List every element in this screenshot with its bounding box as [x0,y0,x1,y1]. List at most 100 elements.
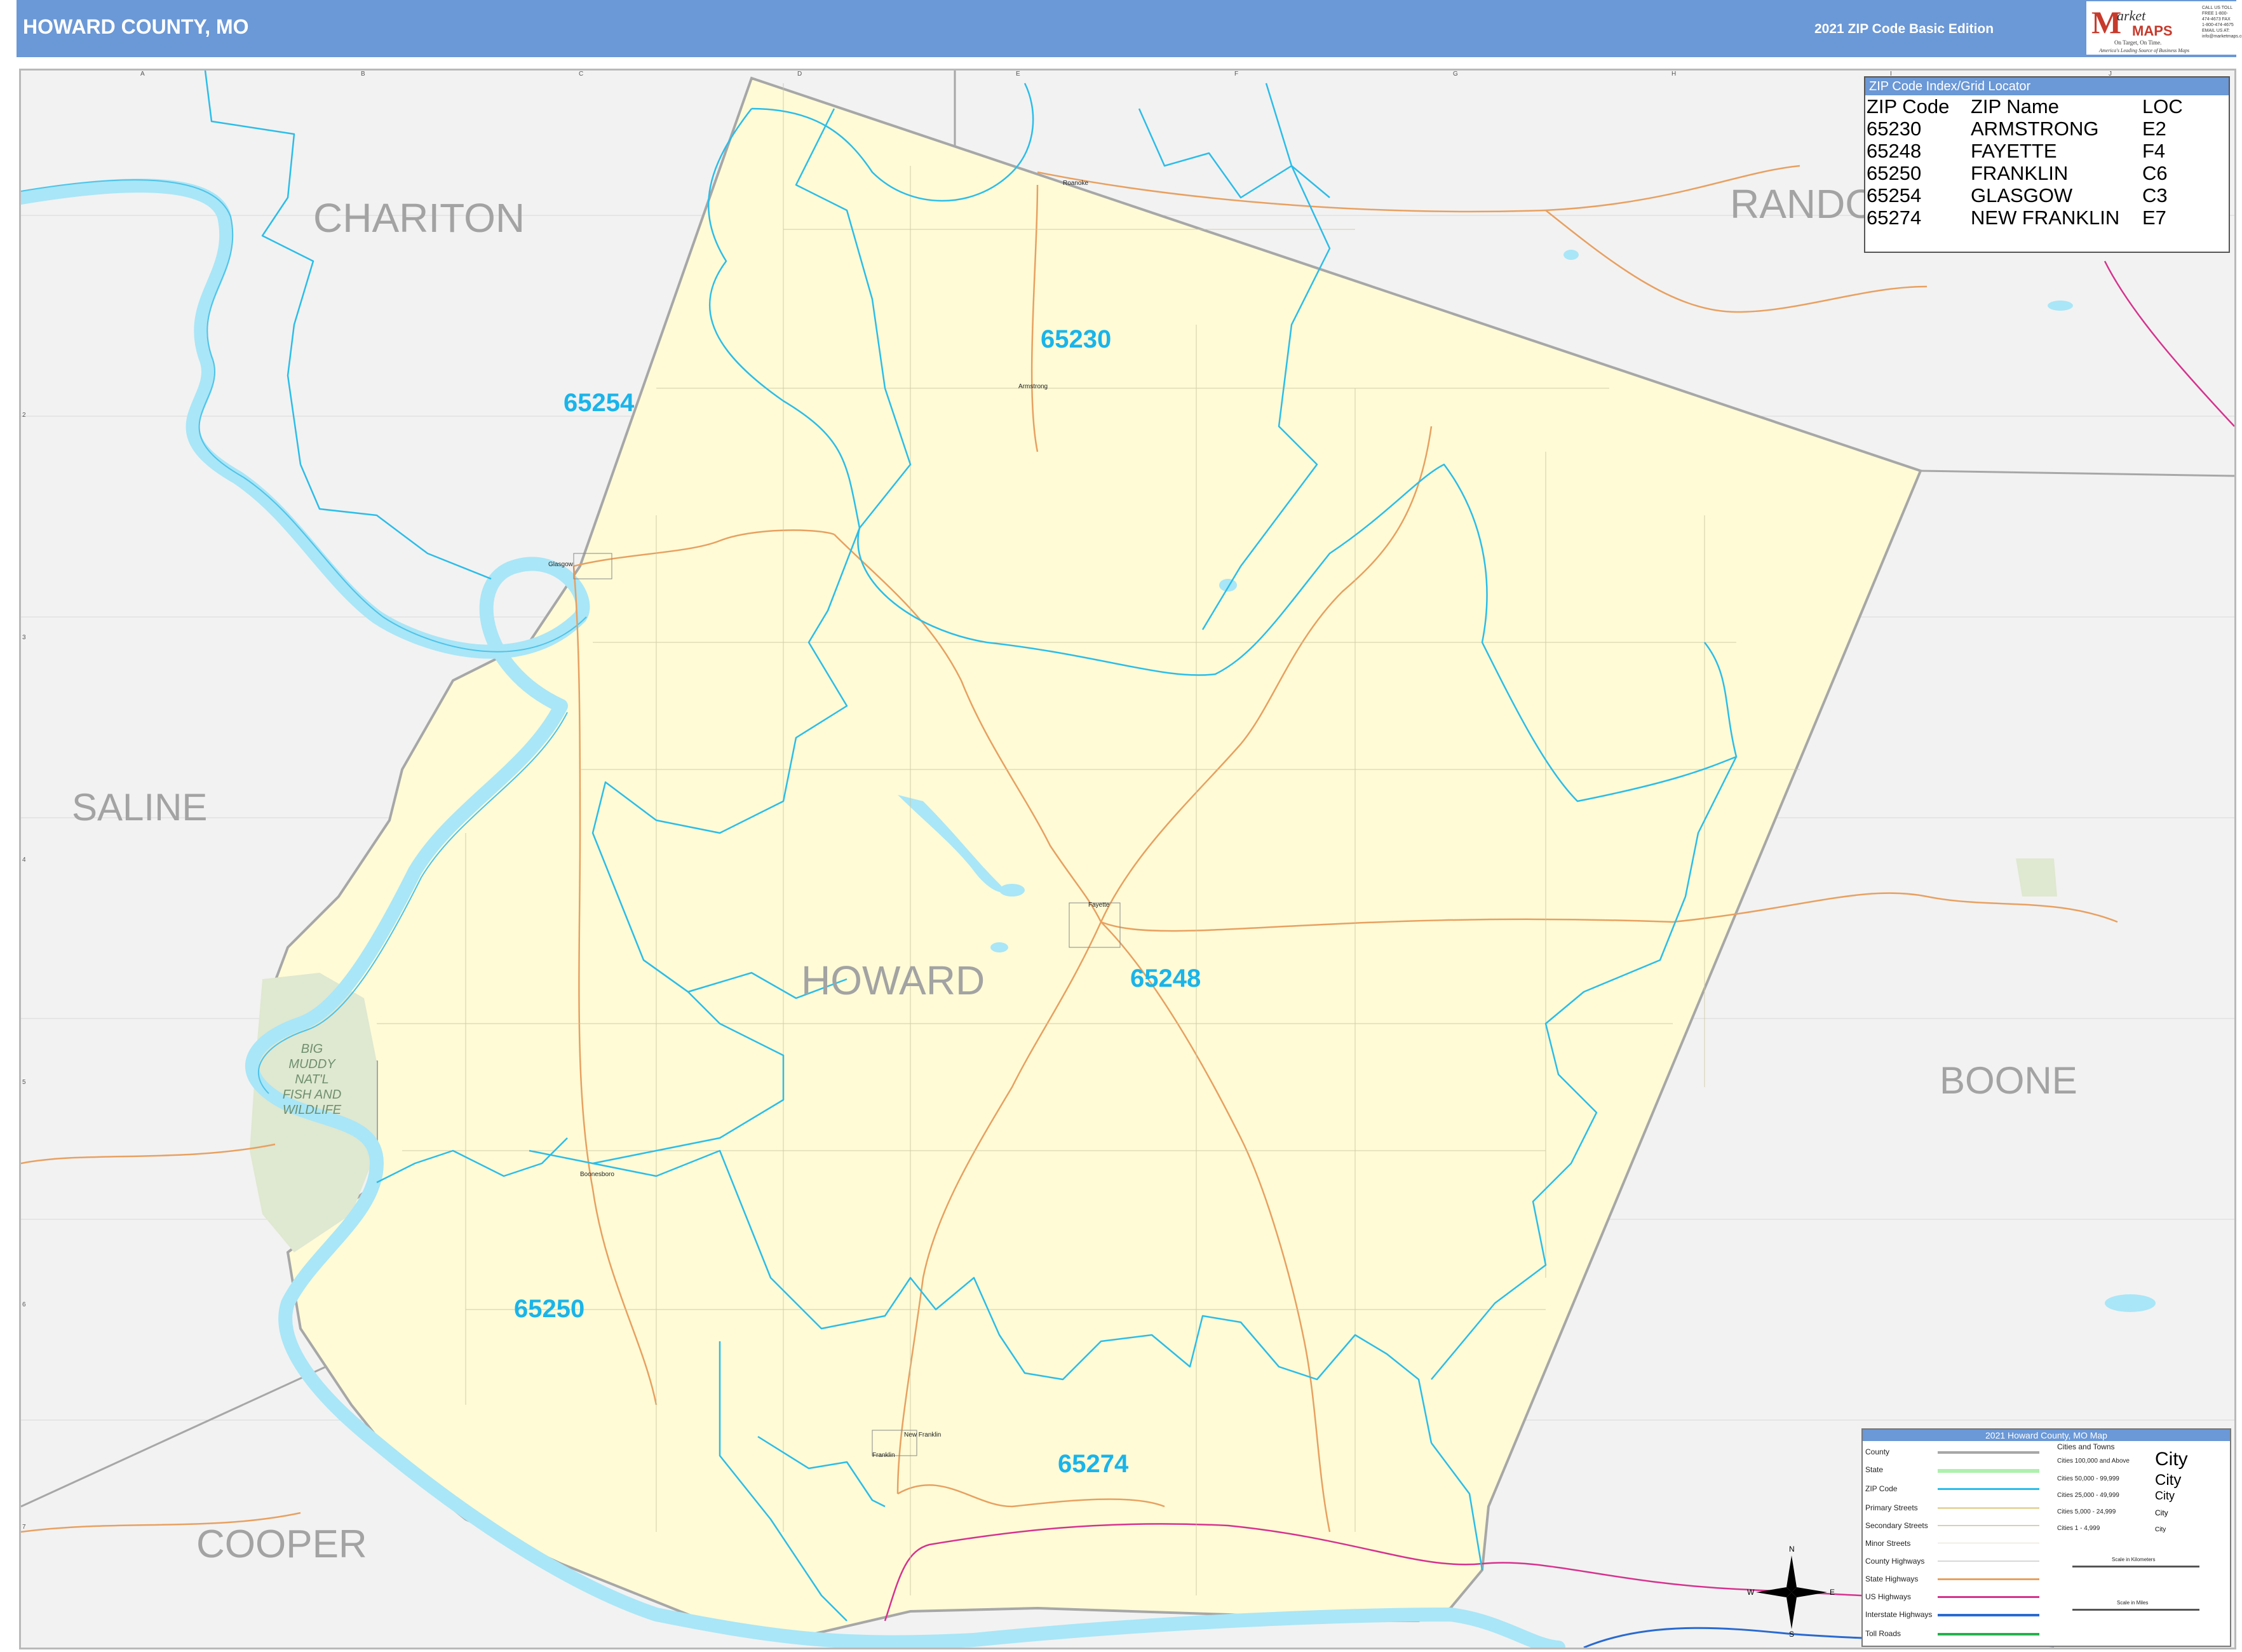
zip-label-65248: 65248 [1130,965,1201,992]
zip-code-cell: 65248 [1867,140,1922,162]
grid-col-f: F [1234,71,1238,78]
zip-name-cell: GLASGOW [1971,184,2073,207]
park-label-5: WILDLIFE [283,1103,342,1117]
legend-scale-km-label: Scale in Kilometers [2112,1557,2156,1562]
legend-swatch-zip [1938,1488,2039,1490]
zip-label-65274: 65274 [1058,1450,1129,1478]
zip-loc-cell: C3 [2142,184,2168,207]
legend-swatch-primary [1938,1507,2039,1509]
town-fayette: Fayette [1088,902,1110,909]
label-randolph: RANDO [1730,181,1877,227]
compass-rose: N S W E [1747,1545,1835,1638]
zip-code-index: ZIP Code Index/Grid Locator ZIP Code ZIP… [1864,76,2230,253]
legend-item-primary: Primary Streets [1865,1503,1918,1512]
legend-item-county: County [1865,1447,1890,1456]
compass-w: W [1747,1588,1755,1597]
zip-code-cell: 65274 [1867,207,1922,229]
legend-item-county-hwy: County Highways [1865,1557,1925,1566]
zip-name-cell: FAYETTE [1971,140,2057,162]
legend-cities-title: Cities and Towns [2057,1442,2115,1451]
zip-name-cell: FRANKLIN [1971,162,2069,184]
logo-tagline-2: America's Leading Source of Business Map… [2099,48,2190,53]
map-frame[interactable]: A B C D E F G H I J 1 2 3 4 5 6 7 Glasgo… [19,69,2236,1649]
market-maps-logo: M arket MAPS On Target, On Time. America… [2086,1,2242,55]
compass-s: S [1789,1630,1794,1638]
grid-col-g: G [1453,71,1458,78]
title-bar: HOWARD COUNTY, MO 2021 ZIP Code Basic Ed… [17,0,2242,57]
map-legend: 2021 Howard County, MO Map County State … [1861,1428,2231,1647]
label-cooper: COOPER [196,1522,367,1566]
legend-swatch-county [1938,1451,2039,1454]
table-row: 65274 NEW FRANKLIN E7 [1867,207,2183,229]
zip-label-65250: 65250 [514,1295,584,1323]
legend-city-100k: Cities 100,000 and Above [2057,1458,2130,1465]
town-boonesboro: Boonesboro [580,1171,614,1178]
town-roanoke: Roanoke [1063,180,1088,187]
zip-loc-cell: E2 [2142,118,2166,140]
legend-item-state: State [1865,1465,1884,1474]
legend-item-toll: Toll Roads [1865,1629,1901,1638]
table-row: 65250 FRANKLIN C6 [1867,162,2183,184]
grid-col-b: B [361,71,365,78]
compass-east-arrow [1792,1587,1827,1597]
park-label-3: NAT'L [295,1073,328,1087]
grid-row-7: 7 [22,1524,26,1531]
town-franklin: Franklin [872,1452,895,1459]
label-boone: BOONE [1940,1059,2077,1102]
zip-label-65230: 65230 [1041,325,1111,353]
legend-scale-mi-label: Scale in Miles [2117,1600,2149,1606]
label-chariton: CHARITON [313,195,525,241]
zip-index-table: ZIP Code ZIP Name LOC 65230 ARMSTRONG E2… [1867,95,2183,229]
zip-index-header-zip: ZIP Code [1867,95,1950,118]
zip-label-65254: 65254 [564,389,635,417]
zip-loc-cell: F4 [2142,140,2166,162]
legend-scale-km-bar [2072,1566,2199,1567]
compass-e: E [1830,1588,1835,1597]
zip-loc-cell: C6 [2142,162,2168,184]
label-howard: HOWARD [801,958,985,1003]
legend-swatch-secondary [1938,1525,2039,1526]
zip-code-cell: 65254 [1867,184,1922,207]
compass-n: N [1789,1545,1795,1554]
town-new-franklin: New Franklin [904,1432,941,1439]
legend-city-1: Cities 1 - 4,999 [2057,1525,2100,1532]
logo-contact: CALL US TOLL FREE 1-800-474-4673 FAX 1-8… [2202,6,2242,39]
grid-col-h: H [1671,71,1676,78]
zip-code-cell: 65230 [1867,118,1922,140]
compass-south-arrow [1786,1592,1797,1629]
table-row: 65248 FAYETTE F4 [1867,140,2183,162]
grid-row-6: 6 [22,1301,26,1308]
legend-city-sample-1: City [2155,1449,2188,1470]
grid-row-5: 5 [22,1079,26,1086]
legend-item-minor: Minor Streets [1865,1539,1911,1548]
town-glasgow: Glasgow [548,561,574,568]
legend-city-sample-2: City [2155,1472,2182,1489]
legend-item-secondary: Secondary Streets [1865,1521,1928,1530]
legend-swatch-state [1938,1469,2039,1473]
legend-swatch-county-hwy [1938,1561,2039,1562]
legend-city-5k: Cities 5,000 - 24,999 [2057,1508,2116,1515]
logo-arket: arket [2117,8,2146,24]
zip-index-header-name: ZIP Name [1971,95,2059,118]
legend-scale-mi-bar [2072,1609,2199,1611]
zip-name-cell: NEW FRANKLIN [1971,207,2120,229]
county-map[interactable]: A B C D E F G H I J 1 2 3 4 5 6 7 Glasgo… [21,71,2234,1648]
legend-city-sample-4: City [2155,1508,2168,1517]
park-label-4: FISH AND [283,1088,342,1102]
legend-city-25k: Cities 25,000 - 49,999 [2057,1492,2119,1499]
table-row: 65254 GLASGOW C3 [1867,184,2183,207]
legend-swatch-toll [1938,1633,2039,1635]
logo-tagline: On Target, On Time. [2114,39,2162,46]
zip-code-cell: 65250 [1867,162,1922,184]
grid-col-d: D [797,71,802,78]
legend-swatch-us-hwy [1938,1596,2039,1598]
grid-col-e: E [1016,71,1020,78]
map-title: HOWARD COUNTY, MO [23,15,249,38]
zip-name-cell: ARMSTRONG [1971,118,2099,140]
legend-item-us-hwy: US Highways [1865,1592,1912,1601]
compass-west-arrow [1756,1587,1792,1597]
zip-loc-cell: E7 [2142,207,2166,229]
compass-north-arrow [1786,1555,1797,1592]
grid-row-3: 3 [22,634,26,641]
legend-title: 2021 Howard County, MO Map [1863,1430,2230,1441]
